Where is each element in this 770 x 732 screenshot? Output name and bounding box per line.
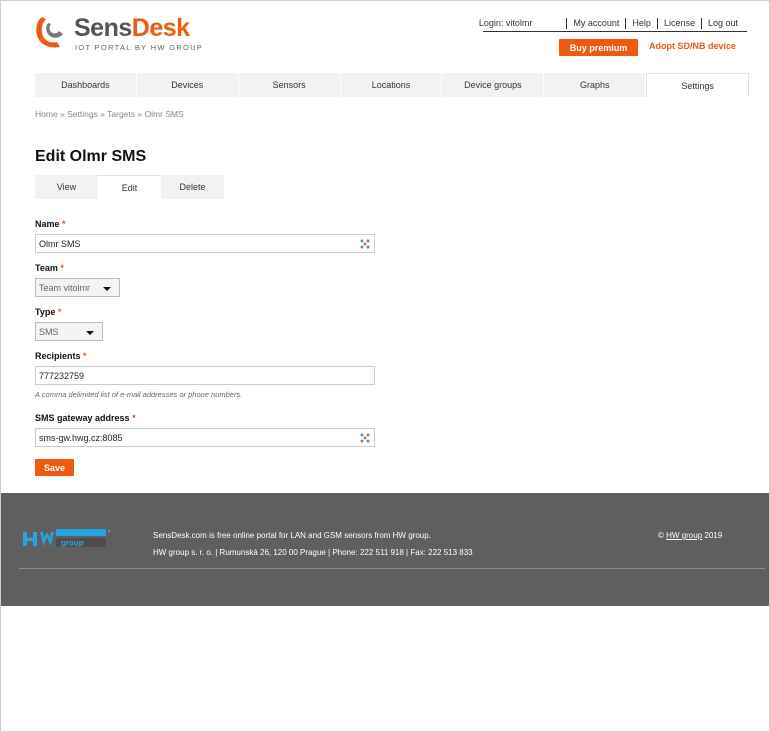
type-select-value: SMS xyxy=(39,326,59,337)
brand-name-part1: Sens xyxy=(74,14,132,42)
team-select-value: Team vitolmr xyxy=(39,282,91,293)
gateway-label: SMS gateway address * xyxy=(35,413,136,423)
recipients-field[interactable]: 777232759 xyxy=(35,366,375,385)
page-title: Edit Olmr SMS xyxy=(35,148,147,165)
gateway-field-value: sms-gw.hwg.cz:8085 xyxy=(39,432,123,443)
buy-premium-button[interactable]: Buy premium xyxy=(559,39,638,56)
team-select[interactable]: Team vitolmr xyxy=(35,278,120,297)
brand-name-part2: Desk xyxy=(131,14,190,42)
autofill-icon[interactable] xyxy=(360,433,370,443)
name-label: Name * xyxy=(35,219,66,229)
sensdesk-logo-icon xyxy=(36,17,63,48)
footer-divider xyxy=(19,568,765,569)
tab-view[interactable]: View xyxy=(35,175,98,199)
nav-sensors[interactable]: Sensors xyxy=(239,73,341,97)
nav-device-groups[interactable]: Device groups xyxy=(442,73,545,97)
type-label: Type * xyxy=(35,307,62,317)
required-mark: * xyxy=(57,307,62,317)
nav-graphs[interactable]: Graphs xyxy=(544,73,647,97)
my-account-link[interactable]: My account xyxy=(566,18,625,29)
recipients-label: Recipients * xyxy=(35,351,87,361)
name-field-value: Olmr SMS xyxy=(39,238,81,249)
required-mark: * xyxy=(132,413,136,423)
svg-text:group: group xyxy=(61,539,84,548)
sensdesk-logo[interactable]: SensDesk IOT PORTAL BY HW GROUP xyxy=(34,14,214,55)
chevron-down-icon xyxy=(86,331,94,335)
logout-link[interactable]: Log out xyxy=(700,18,744,29)
footer-description: SensDesk.com is free online portal for L… xyxy=(153,531,431,540)
team-label: Team * xyxy=(35,263,64,273)
help-link[interactable]: Help xyxy=(625,18,657,29)
adopt-device-link[interactable]: Adopt SD/NB device xyxy=(649,41,736,51)
footer-address: HW group s. r. o. | Rumunská 26, 120 00 … xyxy=(153,548,473,557)
nav-dashboards[interactable]: Dashboards xyxy=(35,73,137,97)
autofill-icon[interactable] xyxy=(360,239,370,249)
name-field[interactable]: Olmr SMS xyxy=(35,234,375,253)
required-mark: * xyxy=(83,351,87,361)
hw-group-link[interactable]: HW group xyxy=(666,531,702,540)
license-link[interactable]: License xyxy=(656,18,701,29)
breadcrumb[interactable]: Home » Settings » Targets » Olmr SMS xyxy=(35,109,184,119)
footer-copyright: © HW group 2019 xyxy=(658,531,723,540)
brand-tagline: IOT PORTAL BY HW GROUP xyxy=(75,43,204,52)
main-nav: Dashboards Devices Sensors Locations Dev… xyxy=(35,73,750,97)
tab-delete[interactable]: Delete xyxy=(161,175,224,199)
recipients-field-value: 777232759 xyxy=(39,370,85,381)
nav-devices[interactable]: Devices xyxy=(137,73,239,97)
top-links-divider xyxy=(483,31,747,32)
sub-tabs: View Edit Delete xyxy=(35,175,224,199)
recipients-hint: A comma delimited list of e-mail address… xyxy=(35,390,243,399)
nav-settings[interactable]: Settings xyxy=(646,73,750,97)
gateway-field[interactable]: sms-gw.hwg.cz:8085 xyxy=(35,428,375,447)
save-button[interactable]: Save xyxy=(35,459,74,476)
footer: group SensDesk.com is free online portal… xyxy=(1,493,769,606)
hw-group-logo-icon[interactable]: group xyxy=(23,529,111,551)
nav-locations[interactable]: Locations xyxy=(341,73,443,97)
required-mark: * xyxy=(62,219,66,229)
type-select[interactable]: SMS xyxy=(35,322,103,341)
top-links: Login: vitolmr My account Help License L… xyxy=(473,18,744,29)
required-mark: * xyxy=(60,263,64,273)
login-info: Login: vitolmr xyxy=(478,18,533,28)
chevron-down-icon xyxy=(103,287,111,291)
tab-edit[interactable]: Edit xyxy=(98,175,161,199)
